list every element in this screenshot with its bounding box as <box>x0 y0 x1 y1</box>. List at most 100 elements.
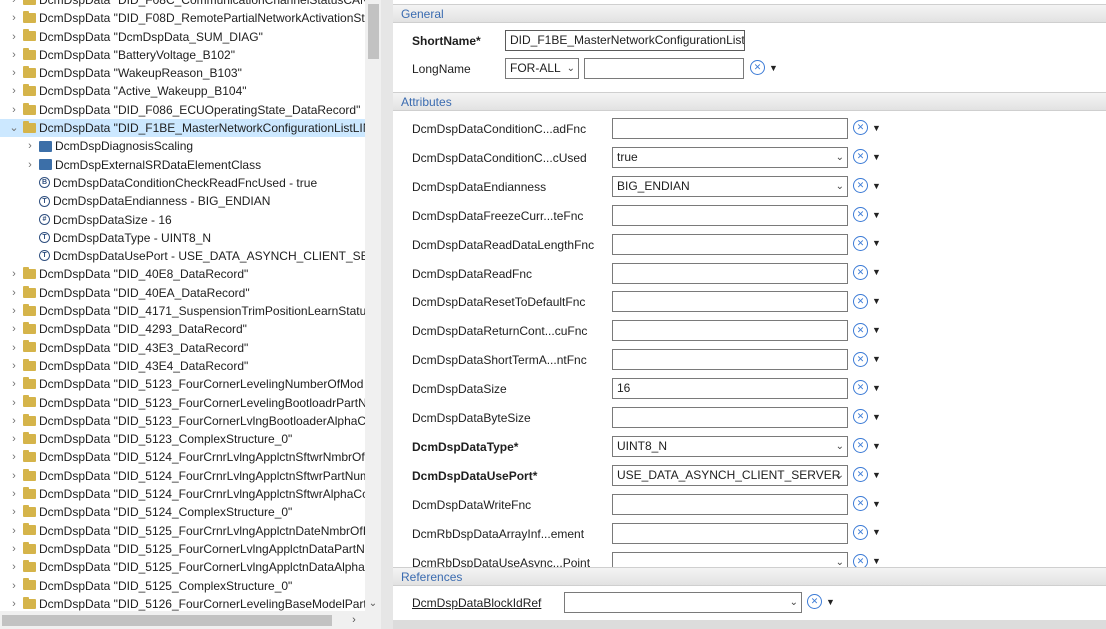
tree-item[interactable]: › DcmDspData "DID_5125_FourCornerLvlngApp… <box>0 558 365 576</box>
expand-icon[interactable]: › <box>8 265 20 283</box>
expand-icon[interactable]: › <box>8 82 20 100</box>
expand-icon[interactable]: › <box>8 357 20 375</box>
expand-icon[interactable]: › <box>8 558 20 576</box>
expand-icon[interactable]: › <box>8 28 20 46</box>
value-input[interactable] <box>612 349 848 371</box>
pane-splitter[interactable] <box>381 0 393 629</box>
reset-icon[interactable]: ✕ <box>853 524 868 540</box>
reset-icon[interactable]: ✕ <box>853 264 868 280</box>
value-input[interactable] <box>612 204 848 226</box>
value-input[interactable] <box>612 233 848 255</box>
expand-icon[interactable]: › <box>8 394 20 412</box>
reset-icon[interactable]: ✕ <box>807 594 822 610</box>
tree-item[interactable]: › DcmDspData "DID_5124_FourCrnrLvlngApplc… <box>0 485 368 503</box>
value-input[interactable] <box>612 407 848 428</box>
tree-item[interactable]: › DcmDspData "DID_40EA_DataRecord" <box>0 284 365 302</box>
expand-icon[interactable]: › <box>8 101 20 119</box>
value-select[interactable]: UINT8_N ⌄ <box>612 435 848 457</box>
scroll-down-icon[interactable]: ⌄ <box>365 597 381 611</box>
tree-item[interactable]: › DcmDspData "DID_43E4_DataRecord" <box>0 357 365 375</box>
value-input[interactable] <box>612 291 848 313</box>
reset-icon[interactable]: ✕ <box>750 60 765 76</box>
tree-item[interactable]: › DcmDspData "DID_5125_FourCrnrLvlngApplc… <box>0 522 366 540</box>
expand-icon[interactable]: › <box>8 302 20 320</box>
expand-icon[interactable]: › <box>8 339 20 357</box>
dropdown-arrow-icon[interactable]: ▼ <box>872 181 881 191</box>
tree-horizontal-scroll-thumb[interactable] <box>2 615 332 626</box>
collapse-icon[interactable]: ⌄ <box>8 119 20 137</box>
shortname-input[interactable]: DID_F1BE_MasterNetworkConfigurationListL <box>505 30 745 51</box>
reset-icon[interactable]: ✕ <box>853 207 868 223</box>
reset-icon[interactable]: ✕ <box>853 409 868 425</box>
tree-item[interactable]: › DcmDspData "DID_F086_ECUOperatingState_… <box>0 101 365 119</box>
reference-label-link[interactable]: DcmDspDataBlockIdRef <box>412 596 541 610</box>
dropdown-arrow-icon[interactable]: ▼ <box>872 383 881 393</box>
value-input[interactable] <box>612 522 848 544</box>
tree-horizontal-scrollbar[interactable]: › <box>0 611 381 629</box>
tree-item[interactable]: T DcmDspDataUsePort - USE_DATA_ASYNCH_CLI… <box>0 247 381 265</box>
tree-item[interactable]: › DcmDspData "DID_5123_ComplexStructure_0… <box>0 430 365 448</box>
expand-icon[interactable]: › <box>8 577 20 595</box>
dropdown-arrow-icon[interactable]: ▼ <box>872 325 881 335</box>
dropdown-arrow-icon[interactable]: ▼ <box>872 441 881 451</box>
reset-icon[interactable]: ✕ <box>853 293 868 309</box>
expand-icon[interactable]: › <box>8 9 20 27</box>
dropdown-arrow-icon[interactable]: ▼ <box>872 527 881 537</box>
configuration-tree[interactable]: › DcmDspData "DID_F08C_CommunicationChann… <box>0 0 381 629</box>
dropdown-arrow-icon[interactable]: ▼ <box>872 499 881 509</box>
tree-item[interactable]: › DcmDspData "DID_5124_FourCrnrLvlngApplc… <box>0 467 370 485</box>
reset-icon[interactable]: ✕ <box>853 235 868 251</box>
dropdown-arrow-icon[interactable]: ▼ <box>826 597 835 607</box>
scroll-right-icon[interactable]: › <box>347 611 361 629</box>
references-section-header[interactable]: References <box>393 567 1106 586</box>
tree-item[interactable]: › DcmDspData "DID_F08C_CommunicationChann… <box>0 0 375 9</box>
expand-icon[interactable]: › <box>8 503 20 521</box>
dropdown-arrow-icon[interactable]: ▼ <box>872 210 881 220</box>
value-input[interactable] <box>612 262 848 284</box>
tree-item[interactable]: T DcmDspDataType - UINT8_N <box>0 229 365 247</box>
expand-icon[interactable]: › <box>8 467 20 485</box>
expand-icon[interactable]: › <box>8 430 20 448</box>
tree-item[interactable]: B DcmDspDataConditionCheckReadFncUsed - t… <box>0 174 365 192</box>
tree-item[interactable]: › DcmDspData "DID_4171_SuspensionTrimPosi… <box>0 302 372 320</box>
value-input[interactable] <box>612 493 848 515</box>
tree-item[interactable]: › DcmDspData "DID_5125_FourCornerLvlngApp… <box>0 540 368 558</box>
expand-icon[interactable]: › <box>8 0 20 9</box>
value-input[interactable] <box>612 320 848 342</box>
tree-item[interactable]: › DcmDspData "DID_5124_FourCrnrLvlngApplc… <box>0 448 365 466</box>
expand-icon[interactable]: › <box>24 156 36 174</box>
dropdown-arrow-icon[interactable]: ▼ <box>872 556 881 566</box>
dropdown-arrow-icon[interactable]: ▼ <box>872 296 881 306</box>
tree-item[interactable]: T DcmDspDataEndianness - BIG_ENDIAN <box>0 192 365 210</box>
tree-item[interactable]: › DcmDspDiagnosisScaling <box>0 137 365 155</box>
dropdown-arrow-icon[interactable]: ▼ <box>872 267 881 277</box>
tree-item[interactable]: › DcmDspData "DID_5123_FourCornerLeveling… <box>0 394 367 412</box>
reset-icon[interactable]: ✕ <box>853 496 868 512</box>
reset-icon[interactable]: ✕ <box>853 380 868 396</box>
value-input[interactable]: 16 <box>612 378 848 400</box>
dropdown-arrow-icon[interactable]: ▼ <box>872 470 881 480</box>
tree-item[interactable]: › DcmDspData "BatteryVoltage_B102" <box>0 46 365 64</box>
tree-item[interactable]: › DcmDspExternalSRDataElementClass <box>0 156 365 174</box>
reset-icon[interactable]: ✕ <box>853 467 868 483</box>
dropdown-arrow-icon[interactable]: ▼ <box>872 412 881 422</box>
tree-item[interactable]: # DcmDspDataSize - 16 <box>0 211 365 229</box>
tree-item[interactable]: ⌄ DcmDspData "DID_F1BE_MasterNetworkConfi… <box>0 119 371 138</box>
tree-vertical-scrollbar[interactable]: ⌄ <box>365 0 381 611</box>
tree-item[interactable]: › DcmDspData "DID_5125_ComplexStructure_0… <box>0 577 365 595</box>
expand-icon[interactable]: › <box>8 485 20 503</box>
value-select[interactable]: BIG_ENDIAN ⌄ <box>612 175 848 197</box>
expand-icon[interactable]: › <box>8 64 20 82</box>
dropdown-arrow-icon[interactable]: ▼ <box>872 123 881 133</box>
expand-icon[interactable]: › <box>8 46 20 64</box>
reset-icon[interactable]: ✕ <box>853 149 868 165</box>
reset-icon[interactable]: ✕ <box>853 322 868 338</box>
expand-icon[interactable]: › <box>8 448 20 466</box>
reset-icon[interactable]: ✕ <box>853 438 868 454</box>
reset-icon[interactable]: ✕ <box>853 351 868 367</box>
tree-item[interactable]: › DcmDspData "WakeupReason_B103" <box>0 64 365 82</box>
reset-icon[interactable]: ✕ <box>853 178 868 194</box>
tree-item[interactable]: › DcmDspData "DcmDspData_SUM_DIAG" <box>0 28 365 46</box>
value-select[interactable]: true ⌄ <box>612 146 848 168</box>
value-select[interactable]: USE_DATA_ASYNCH_CLIENT_SERVER ⌄ <box>612 464 848 486</box>
